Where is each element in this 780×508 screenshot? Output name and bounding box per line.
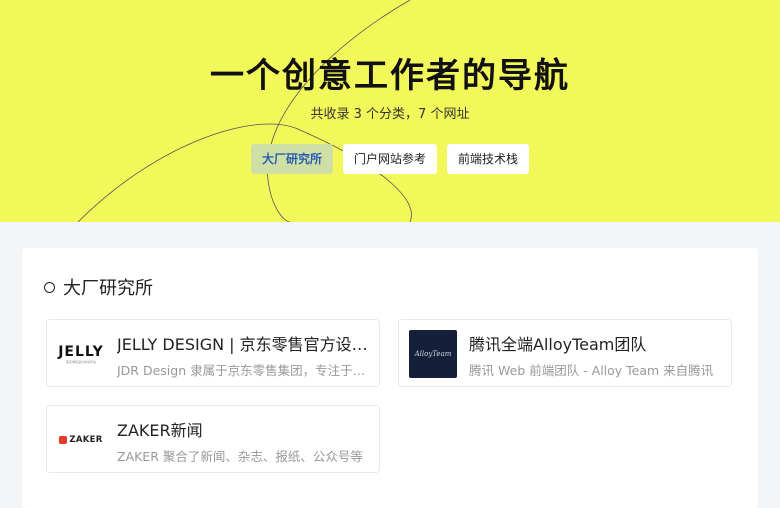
site-card-description: 腾讯 Web 前端团队 - Alloy Team 来自腾讯 [469,363,714,378]
circle-icon [44,281,55,293]
alloyteam-logo-text: AlloyTeam [414,350,452,358]
page-title: 一个创意工作者的导航 [210,56,570,96]
site-card-alloyteam[interactable]: AlloyTeam 腾讯全端AlloyTeam团队 腾讯 Web 前端团队 - … [398,319,732,387]
category-tabs: 大厂研究所 门户网站参考 前端技术栈 [0,144,780,174]
site-card-name: JELLY DESIGN | 京东零售官方设计共享平台 [117,335,371,354]
zaker-logo-text: ZAKER [69,435,103,445]
site-card-description: ZAKER 聚合了新闻、杂志、报纸、公众号等 [117,449,363,464]
jelly-logo-text: JELLY [58,343,104,360]
zaker-logo: ZAKER [57,416,105,464]
site-card-zaker[interactable]: ZAKER ZAKER新闻 ZAKER 聚合了新闻、杂志、报纸、公众号等 [46,405,380,473]
tab-portal-reference[interactable]: 门户网站参考 [342,144,437,174]
site-card-description: JDR Design 隶属于京东零售集团，专注于零售设计与体验 [117,363,371,378]
category-panel: 大厂研究所 JELLY 京东零售设计共享平台 JELLY DESIGN | 京东… [22,248,758,508]
page-subtitle: 共收录 3 个分类，7 个网址 [310,107,470,122]
site-card-name: ZAKER新闻 [117,421,203,440]
tab-frontend-stack[interactable]: 前端技术栈 [447,144,530,174]
site-card-jelly[interactable]: JELLY 京东零售设计共享平台 JELLY DESIGN | 京东零售官方设计… [46,319,380,387]
alloyteam-logo: AlloyTeam [409,330,457,378]
jelly-logo-subtext: 京东零售设计共享平台 [65,359,96,364]
hero-banner: 一个创意工作者的导航 共收录 3 个分类，7 个网址 大厂研究所 门户网站参考 … [0,0,780,222]
tab-big-company-lab[interactable]: 大厂研究所 [250,144,333,174]
section-title: 大厂研究所 [63,278,153,299]
jelly-logo: JELLY 京东零售设计共享平台 [57,330,105,378]
site-card-name: 腾讯全端AlloyTeam团队 [469,335,647,354]
zaker-mark-icon [59,436,68,444]
section-heading: 大厂研究所 [44,274,153,300]
